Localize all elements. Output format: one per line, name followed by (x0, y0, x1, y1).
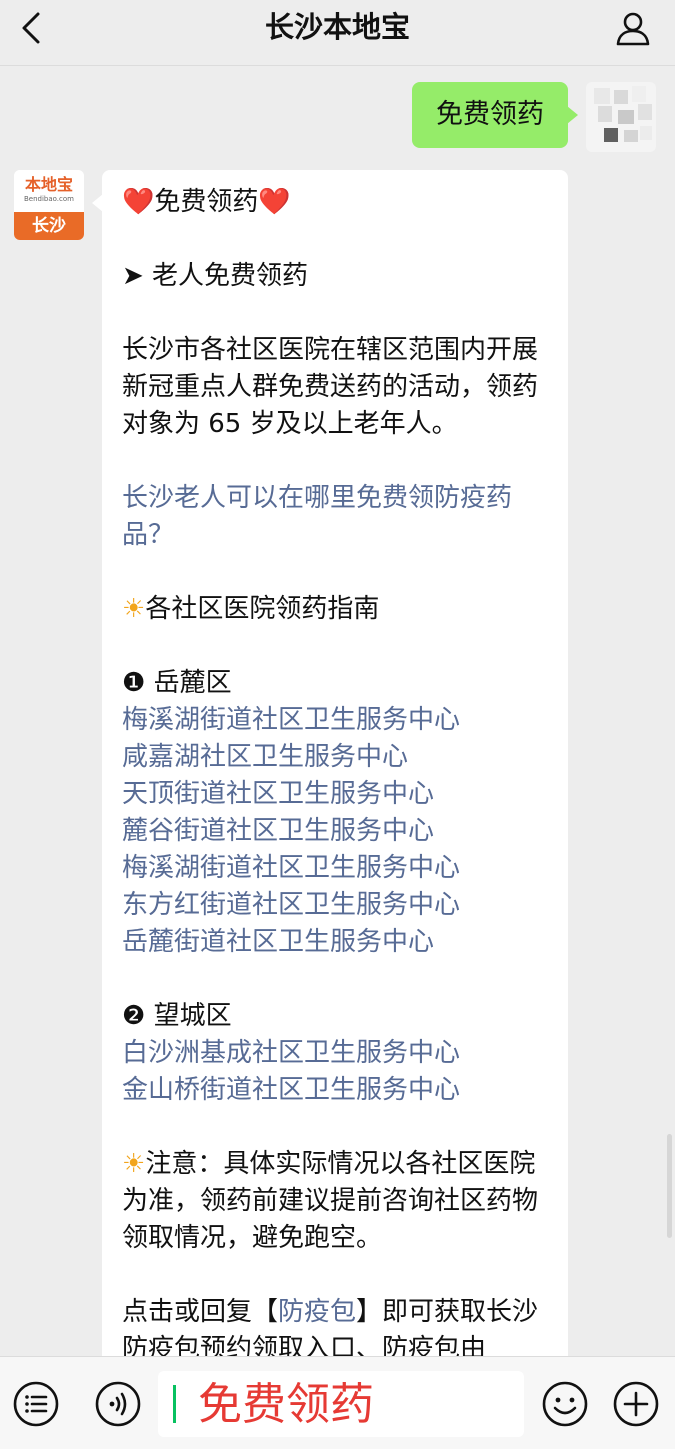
profile-button[interactable] (613, 8, 653, 48)
menu-button[interactable] (12, 1380, 60, 1428)
heart-icon: ❤️ (258, 187, 291, 217)
add-button[interactable] (612, 1380, 660, 1428)
sun-icon: ☀ (122, 594, 146, 624)
menu-list-icon (13, 1381, 59, 1427)
outgoing-message-bubble[interactable]: 免费领药 (412, 82, 578, 148)
message-input[interactable]: 免费领药 (158, 1371, 524, 1437)
note-paragraph: ☀注意：具体实际情况以各社区医院为准，领药前建议提前咨询社区药物领取情况，避免跑… (122, 1149, 539, 1253)
user-avatar[interactable] (586, 82, 656, 152)
sun-icon: ☀ (122, 1149, 146, 1179)
logo-city: 长沙 (14, 212, 84, 240)
center-link[interactable]: 梅溪湖街道社区卫生服务中心 (122, 702, 548, 739)
center-link[interactable]: 天顶街道社区卫生服务中心 (122, 776, 548, 813)
message-heading: ❤️免费领药❤️ (122, 187, 291, 217)
center-link[interactable]: 白沙洲基成社区卫生服务中心 (122, 1035, 548, 1072)
voice-button[interactable] (94, 1380, 142, 1428)
keyword-link[interactable]: 防疫包 (278, 1297, 356, 1327)
person-icon (616, 12, 650, 46)
district-heading: ❶ 岳麓区 (122, 668, 232, 698)
district-heading: ❷ 望城区 (122, 1001, 232, 1031)
article-link[interactable]: 长沙老人可以在哪里免费领防疫药品？ (122, 480, 548, 554)
guide-heading: ☀各社区医院领药指南 (122, 594, 380, 624)
center-link[interactable]: 金山桥街道社区卫生服务中心 (122, 1072, 548, 1109)
account-avatar-logo[interactable]: 本地宝 Bendibao.com 长沙 (14, 170, 84, 240)
page-title: 长沙本地宝 (264, 10, 410, 44)
intro-paragraph: 长沙市各社区医院在辖区范围内开展新冠重点人群免费送药的活动，领药对象为 65 岁… (122, 335, 539, 439)
center-link[interactable]: 麓谷街道社区卫生服务中心 (122, 813, 548, 850)
center-link[interactable]: 东方红街道社区卫生服务中心 (122, 887, 548, 924)
scrollbar[interactable] (667, 1134, 672, 1238)
chat-area[interactable]: 免费领药 本地宝 Bendibao.com 长沙 ❤️免费领药❤️ ➤ 老人免费… (0, 66, 675, 1356)
logo-name: 本地宝 (24, 175, 73, 194)
top-bar: 长沙本地宝 (0, 0, 675, 66)
input-bar: 免费领药 (0, 1356, 675, 1449)
center-link[interactable]: 岳麓街道社区卫生服务中心 (122, 924, 548, 961)
section-heading: ➤ 老人免费领药 (122, 261, 309, 291)
heart-icon: ❤️ (122, 187, 155, 217)
text-cursor (173, 1385, 176, 1423)
voice-icon (95, 1381, 141, 1427)
logo-domain: Bendibao.com (23, 195, 74, 203)
emoji-icon (542, 1381, 588, 1427)
message-input-text: 免费领药 (198, 1379, 374, 1430)
center-link[interactable]: 梅溪湖街道社区卫生服务中心 (122, 850, 548, 887)
center-link[interactable]: 咸嘉湖社区卫生服务中心 (122, 739, 548, 776)
emoji-button[interactable] (541, 1380, 589, 1428)
plus-icon (613, 1381, 659, 1427)
reply-instruction: 点击或回复【防疫包】即可获取长沙防疫包预约领取入口、防疫包由 (122, 1297, 539, 1356)
incoming-message-bubble[interactable]: ❤️免费领药❤️ ➤ 老人免费领药 长沙市各社区医院在辖区范围内开展新冠重点人群… (92, 170, 568, 1356)
